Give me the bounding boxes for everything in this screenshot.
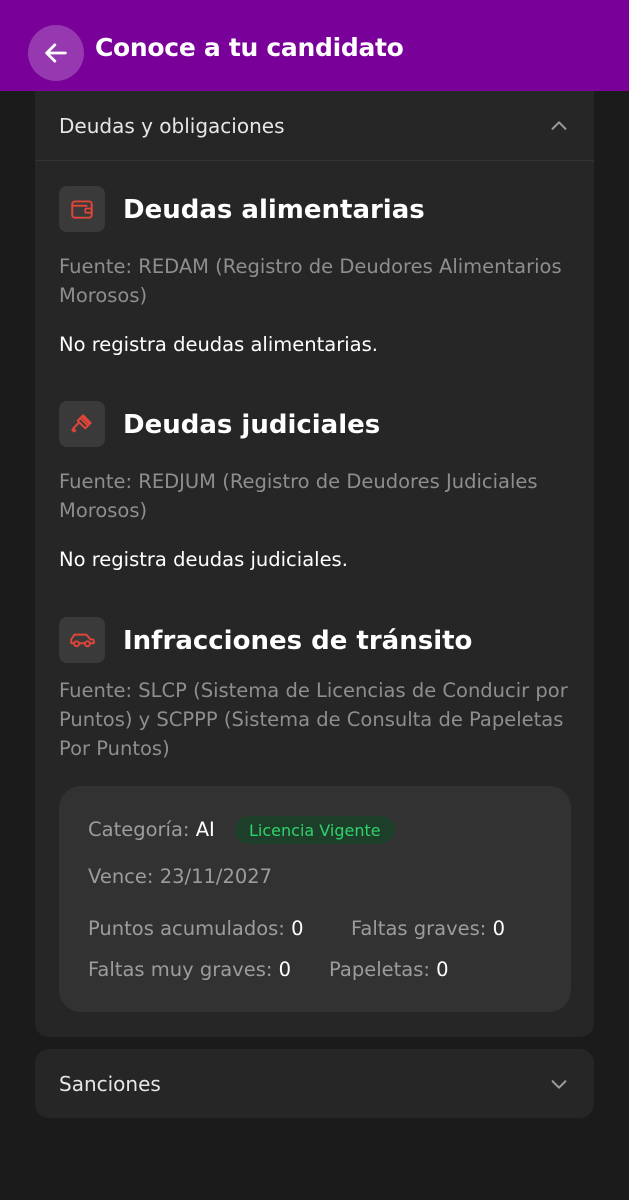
serious-faults-value: 0 (492, 917, 505, 940)
accumulated-points-label: Puntos acumulados: (88, 917, 285, 940)
section-source: Fuente: REDAM (Registro de Deudores Alim… (59, 255, 562, 307)
section-result: No registra deudas alimentarias. (59, 333, 378, 356)
very-serious-faults-value: 0 (278, 958, 292, 981)
license-category-label: Categoría: (88, 818, 190, 841)
car-icon (59, 617, 105, 663)
back-button[interactable] (28, 25, 84, 81)
app-bar: Conoce a tu candidato (0, 0, 629, 91)
license-expiry-value: 23/11/2027 (159, 865, 273, 888)
license-category: Categoría: AI (88, 818, 215, 841)
tickets-value: 0 (436, 958, 449, 981)
debts-accordion-header[interactable]: Deudas y obligaciones (35, 91, 594, 161)
tickets-label: Papeletas: (329, 958, 430, 981)
status-badge: Licencia Vigente (235, 816, 395, 844)
accumulated-points: Puntos acumulados: 0 (88, 917, 303, 940)
section-title: Deudas alimentarias (123, 195, 425, 225)
accumulated-points-value: 0 (291, 917, 304, 940)
debts-accordion-label: Deudas y obligaciones (59, 114, 285, 138)
sanctions-accordion-header[interactable]: Sanciones (35, 1049, 594, 1118)
page-title: Conoce a tu candidato (95, 33, 404, 62)
arrow-left-icon (45, 43, 67, 63)
tickets: Papeletas: 0 (329, 958, 449, 981)
section-source: Fuente: SLCP (Sistema de Licencias de Co… (59, 679, 568, 760)
serious-faults-label: Faltas graves: (351, 917, 487, 940)
chevron-up-icon (551, 121, 567, 130)
serious-faults: Faltas graves: 0 (351, 917, 505, 940)
sanctions-accordion[interactable]: Sanciones (35, 1049, 594, 1118)
license-category-value: AI (195, 818, 215, 841)
license-expiry-label: Vence: (88, 865, 154, 888)
license-expiry: Vence: 23/11/2027 (88, 865, 272, 888)
section-title: Infracciones de tránsito (123, 626, 473, 656)
very-serious-faults-label: Faltas muy graves: (88, 958, 273, 981)
license-info-box: Categoría: AI Licencia Vigente Vence: 23… (59, 786, 571, 1012)
chevron-down-icon (551, 1080, 567, 1089)
section-result: No registra deudas judiciales. (59, 548, 348, 571)
debts-accordion: Deudas y obligaciones Deudas alimentaria… (35, 91, 594, 1037)
gavel-icon (59, 401, 105, 447)
section-source: Fuente: REDJUM (Registro de Deudores Jud… (59, 470, 538, 522)
very-serious-faults: Faltas muy graves: 0 (88, 958, 291, 981)
sanctions-accordion-label: Sanciones (59, 1072, 161, 1096)
wallet-icon (59, 186, 105, 232)
section-title: Deudas judiciales (123, 410, 381, 440)
